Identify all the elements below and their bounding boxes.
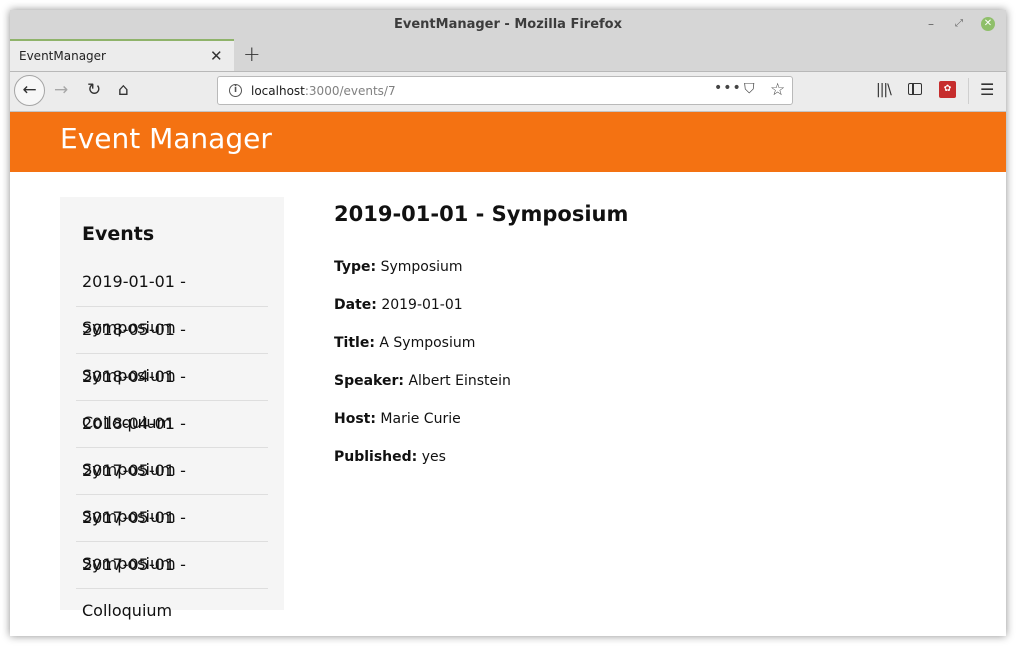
field-type: Type: Symposium bbox=[334, 259, 463, 275]
info-icon[interactable]: i bbox=[229, 84, 242, 97]
event-list-item[interactable]: 2018-04-01 - Symposium bbox=[76, 401, 268, 479]
navigation-toolbar: ← → ↻ ⌂ i localhost:3000/events/7 ••• ⛉ … bbox=[10, 72, 1006, 112]
event-list-item[interactable]: 2019-01-01 - Symposium bbox=[76, 259, 268, 337]
field-title: Title: A Symposium bbox=[334, 335, 475, 351]
tab-eventmanager[interactable]: EventManager ✕ bbox=[10, 39, 234, 71]
forward-icon[interactable]: → bbox=[54, 80, 68, 100]
site-header: Event Manager bbox=[10, 112, 1006, 172]
field-value: Marie Curie bbox=[380, 411, 461, 427]
field-speaker: Speaker: Albert Einstein bbox=[334, 373, 511, 389]
field-value: Symposium bbox=[380, 259, 463, 275]
sidebar-toggle-icon[interactable] bbox=[908, 83, 922, 95]
site-brand[interactable]: Event Manager bbox=[60, 122, 272, 155]
event-list-item[interactable]: 2017-05-01 - Colloquium bbox=[76, 542, 268, 620]
toolbar-separator bbox=[968, 78, 969, 104]
event-list-item[interactable]: 2018-04-01 - Colloquium bbox=[76, 354, 268, 432]
page-actions-icon[interactable]: ••• bbox=[714, 80, 742, 96]
url-host: localhost bbox=[251, 84, 305, 98]
field-label: Speaker: bbox=[334, 373, 404, 389]
title-bar: EventManager - Mozilla Firefox – ⤢ ✕ bbox=[10, 10, 1006, 39]
field-label: Title: bbox=[334, 335, 375, 351]
reload-icon[interactable]: ↻ bbox=[87, 80, 101, 100]
browser-window: EventManager - Mozilla Firefox – ⤢ ✕ Eve… bbox=[10, 10, 1006, 636]
extension-icon[interactable]: ✿ bbox=[939, 81, 956, 98]
field-value: Albert Einstein bbox=[408, 373, 511, 389]
field-label: Published: bbox=[334, 449, 418, 465]
field-label: Date: bbox=[334, 297, 377, 313]
event-list-item[interactable]: 2017-05-01 - Symposium bbox=[76, 495, 268, 573]
field-published: Published: yes bbox=[334, 449, 446, 465]
field-value: 2019-01-01 bbox=[381, 297, 463, 313]
home-icon[interactable]: ⌂ bbox=[118, 80, 129, 100]
hamburger-menu-icon[interactable]: ☰ bbox=[980, 80, 994, 99]
field-date: Date: 2019-01-01 bbox=[334, 297, 463, 313]
tab-label: EventManager bbox=[19, 49, 106, 63]
close-tab-icon[interactable]: ✕ bbox=[210, 47, 223, 65]
event-title-heading: 2019-01-01 - Symposium bbox=[334, 202, 629, 226]
url-bar[interactable]: i localhost:3000/events/7 ••• ⛉ ☆ bbox=[217, 76, 793, 105]
library-icon[interactable]: |||\ bbox=[876, 82, 892, 98]
event-list-item[interactable]: 2018-05-01 - Symposium bbox=[76, 307, 268, 385]
page-content: Event Manager Events 2019-01-01 - Sympos… bbox=[10, 112, 1006, 636]
back-icon[interactable]: ← bbox=[14, 75, 45, 106]
field-value: A Symposium bbox=[379, 335, 476, 351]
maximize-icon[interactable]: ⤢ bbox=[951, 16, 967, 32]
field-label: Host: bbox=[334, 411, 376, 427]
events-sidebar: Events 2019-01-01 - Symposium 2018-05-01… bbox=[60, 197, 284, 620]
minimize-icon[interactable]: – bbox=[923, 16, 939, 32]
pocket-icon[interactable]: ⛉ bbox=[744, 81, 755, 97]
bookmark-star-icon[interactable]: ☆ bbox=[770, 80, 785, 100]
field-host: Host: Marie Curie bbox=[334, 411, 461, 427]
url-text[interactable]: localhost:3000/events/7 bbox=[251, 84, 396, 98]
events-list: 2019-01-01 - Symposium 2018-05-01 - Symp… bbox=[76, 259, 268, 620]
field-value: yes bbox=[421, 449, 446, 465]
tab-strip: EventManager ✕ + bbox=[10, 39, 1006, 72]
new-tab-icon[interactable]: + bbox=[243, 42, 261, 66]
close-window-icon[interactable]: ✕ bbox=[981, 17, 995, 31]
event-detail: 2019-01-01 - Symposium Type: Symposium D… bbox=[334, 202, 974, 465]
field-label: Type: bbox=[334, 259, 377, 275]
window-title: EventManager - Mozilla Firefox bbox=[394, 17, 622, 32]
url-path: :3000/events/7 bbox=[304, 84, 396, 98]
event-list-item[interactable]: 2017-05-01 - Symposium bbox=[76, 448, 268, 526]
events-heading: Events bbox=[82, 223, 155, 245]
